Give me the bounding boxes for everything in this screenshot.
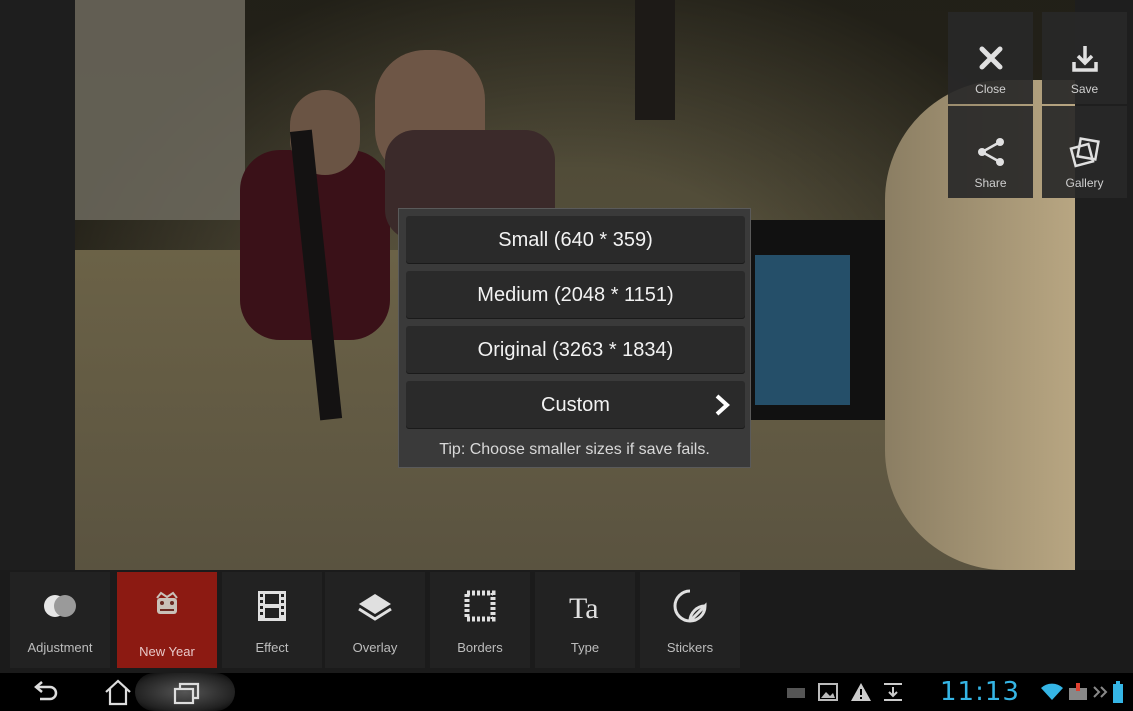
adjustment-icon xyxy=(44,595,76,617)
save-size-dialog: Small (640 * 359) Medium (2048 * 1151) O… xyxy=(398,208,751,468)
close-label: Close xyxy=(975,82,1006,96)
size-option-medium[interactable]: Medium (2048 * 1151) xyxy=(406,271,745,319)
tool-label: Adjustment xyxy=(27,640,93,655)
border-icon xyxy=(464,590,496,622)
tool-label: Borders xyxy=(457,640,503,655)
save-label: Save xyxy=(1070,82,1099,96)
back-icon[interactable] xyxy=(32,681,60,703)
keyboard-dock-icon xyxy=(1069,683,1087,700)
photo-cloth xyxy=(75,0,245,220)
tool-new-year[interactable]: New Year xyxy=(117,572,217,668)
type-icon: Ta xyxy=(569,592,599,625)
chevron-right-icon xyxy=(715,394,730,416)
tool-label: Type xyxy=(570,640,600,655)
film-icon xyxy=(258,591,286,621)
photo-tablet-screen xyxy=(755,255,850,405)
size-option-original[interactable]: Original (3263 * 1834) xyxy=(406,326,745,374)
keyboard-icon xyxy=(787,688,805,698)
save-tip: Tip: Choose smaller sizes if save fails. xyxy=(439,441,710,458)
close-button[interactable]: Close xyxy=(948,12,1033,104)
gallery-label: Gallery xyxy=(1065,176,1104,190)
wifi-icon xyxy=(1041,683,1063,700)
more-indicator-icon xyxy=(1093,686,1108,698)
tool-stickers[interactable]: Stickers xyxy=(640,572,740,668)
sticker-icon xyxy=(673,589,707,623)
photo-editor-app: Close Save Share Gallery Small (640 * 35… xyxy=(0,0,1133,673)
battery-icon xyxy=(1113,681,1123,703)
status-clock: 11:13 xyxy=(940,677,1020,707)
size-option-custom[interactable]: Custom xyxy=(406,381,745,429)
custom-label: Custom xyxy=(541,393,610,416)
tool-label: New Year xyxy=(139,644,195,659)
home-icon[interactable] xyxy=(103,678,133,706)
tool-adjustment[interactable]: Adjustment xyxy=(10,572,110,668)
photo-dark-post xyxy=(635,0,675,120)
image-notification-icon xyxy=(818,683,838,701)
gallery-button[interactable]: Gallery xyxy=(1042,106,1127,198)
tool-effect[interactable]: Effect xyxy=(222,572,322,668)
recent-apps-icon[interactable] xyxy=(172,681,200,705)
tool-borders[interactable]: Borders xyxy=(430,572,530,668)
tool-overlay[interactable]: Overlay xyxy=(325,572,425,668)
edit-toolbar: Adjustment New Year Effect Overlay Borde… xyxy=(0,570,1133,673)
layers-icon xyxy=(358,594,392,621)
download-icon xyxy=(1071,46,1098,72)
download-notification-icon xyxy=(884,683,902,701)
size-option-small[interactable]: Small (640 * 359) xyxy=(406,216,745,264)
warning-icon xyxy=(851,683,871,701)
tool-label: Stickers xyxy=(666,640,714,655)
tool-type[interactable]: Ta Type xyxy=(535,572,635,668)
tool-label: Effect xyxy=(255,640,289,655)
share-icon xyxy=(977,138,1004,166)
share-label: Share xyxy=(974,176,1007,190)
tool-label: Overlay xyxy=(352,640,398,655)
new-year-icon xyxy=(156,591,178,614)
close-icon xyxy=(979,46,1002,70)
system-navigation-bar: 11:13 xyxy=(0,673,1133,711)
top-actions: Close Save Share Gallery xyxy=(948,0,1133,200)
svg-text:Ta: Ta xyxy=(569,592,599,625)
share-button[interactable]: Share xyxy=(948,106,1033,198)
save-button[interactable]: Save xyxy=(1042,12,1127,104)
gallery-icon xyxy=(1068,137,1100,168)
